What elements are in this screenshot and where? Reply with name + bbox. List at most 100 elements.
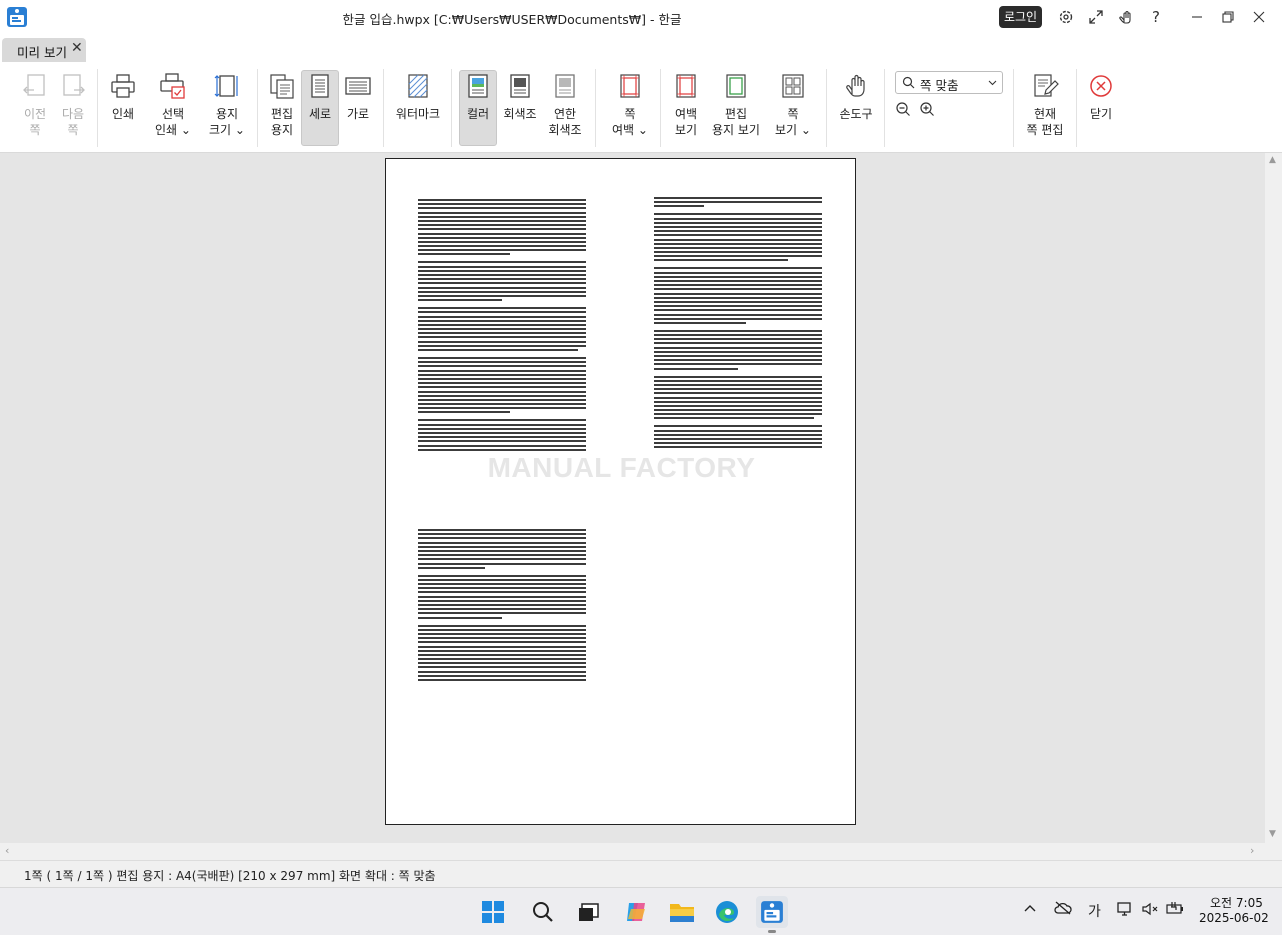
print-label: 인쇄 <box>111 107 135 121</box>
watermark-icon <box>403 71 433 101</box>
ribbon-separator <box>97 69 98 147</box>
edit-paper-icon <box>267 71 297 101</box>
ribbon-separator <box>383 69 384 147</box>
zoom-select[interactable]: 쪽 맞춤 <box>895 71 1003 94</box>
paper-size-icon <box>212 71 242 101</box>
zoom-out-button[interactable] <box>895 101 913 119</box>
hancom-taskbar-icon[interactable] <box>756 896 788 933</box>
battery-icon[interactable] <box>1166 901 1184 919</box>
expand-icon[interactable] <box>1085 7 1107 27</box>
prev-page-label: 이전 쪽 <box>23 107 47 137</box>
watermark-label: 워터마크 <box>395 107 441 121</box>
paper-size-button[interactable]: 용지 크기 ⌄ <box>205 71 249 147</box>
color-mode-button[interactable]: 컬러 <box>459 70 497 146</box>
page-margin-button[interactable]: 쪽 여백 ⌄ <box>608 71 652 147</box>
ribbon-toolbar: 이전 쪽 다음 쪽 인쇄 선택 인쇄 ⌄ 용지 크기 ⌄ 편집 용지 세로 가로… <box>0 63 1282 153</box>
portrait-label: 세로 <box>308 107 332 121</box>
ribbon-separator <box>595 69 596 147</box>
watermark-button[interactable]: 워터마크 <box>393 71 443 147</box>
horizontal-scrollbar[interactable]: ‹ › <box>0 843 1265 860</box>
scroll-up-icon[interactable]: ▲ <box>1269 155 1276 165</box>
color-mode-icon <box>463 71 493 101</box>
page-margin-icon <box>615 71 645 101</box>
grayscale-button[interactable]: 회색조 <box>501 71 539 147</box>
status-text: 1쪽 ( 1쪽 / 1쪽 ) 편집 용지 : A4(국배판) [210 x 29… <box>24 869 436 883</box>
select-print-icon <box>158 71 188 101</box>
next-page-label: 다음 쪽 <box>61 107 85 137</box>
scroll-down-icon[interactable]: ▼ <box>1269 829 1276 839</box>
tab-row: 미리 보기 ✕ <box>0 35 1282 63</box>
page-view-icon <box>778 71 808 101</box>
hand-tool-label: 손도구 <box>839 107 873 121</box>
color-mode-label: 컬러 <box>466 107 490 121</box>
clock-date[interactable]: 2025-06-02 <box>1199 911 1269 925</box>
close-circle-icon <box>1086 71 1116 101</box>
ribbon-separator <box>826 69 827 147</box>
minimize-icon[interactable] <box>1186 7 1208 27</box>
status-bar: 1쪽 ( 1쪽 / 1쪽 ) 편집 용지 : A4(국배판) [210 x 29… <box>0 860 1282 887</box>
zoom-in-button[interactable] <box>919 101 937 119</box>
hand-tool-button[interactable]: 손도구 <box>836 71 876 147</box>
light-grayscale-button[interactable]: 연한 회색조 <box>545 71 585 147</box>
edit-paper-button[interactable]: 편집 용지 <box>265 71 299 147</box>
search-icon[interactable] <box>527 896 559 928</box>
edit-current-page-button[interactable]: 현재 쪽 편집 <box>1022 71 1068 147</box>
help-icon[interactable]: ? <box>1145 7 1167 27</box>
title-bar: 한글 입습.hwpx [C:₩Users₩USER₩Documents₩] - … <box>0 0 1282 35</box>
portrait-button[interactable]: 세로 <box>301 70 339 146</box>
login-button[interactable]: 로그인 <box>999 6 1042 28</box>
speaker-muted-icon[interactable] <box>1141 901 1159 921</box>
tab-close-icon[interactable]: ✕ <box>71 40 83 56</box>
text-column-top-left <box>418 199 586 457</box>
select-print-label: 선택 인쇄 ⌄ <box>155 107 191 137</box>
print-button[interactable]: 인쇄 <box>106 71 140 147</box>
landscape-label: 가로 <box>346 107 370 121</box>
file-explorer-icon[interactable] <box>666 896 698 928</box>
tab-preview[interactable]: 미리 보기 ✕ <box>2 38 86 62</box>
document-page: MANUAL FACTORY <box>385 158 856 825</box>
scroll-left-icon[interactable]: ‹ <box>5 844 9 857</box>
touch-hand-icon[interactable] <box>1115 7 1137 27</box>
settings-gear-icon[interactable] <box>1055 7 1077 27</box>
task-view-icon[interactable] <box>573 896 605 928</box>
ribbon-separator <box>1076 69 1077 147</box>
show-margin-button[interactable]: 여백 보기 <box>667 71 705 147</box>
close-preview-button[interactable]: 닫기 <box>1085 71 1117 147</box>
app-window: 한글 입습.hwpx [C:₩Users₩USER₩Documents₩] - … <box>0 0 1282 935</box>
ribbon-separator <box>257 69 258 147</box>
tab-preview-label: 미리 보기 <box>17 45 67 60</box>
close-window-icon[interactable] <box>1248 7 1270 27</box>
text-column-bottom-left <box>418 529 586 687</box>
clock-time[interactable]: 오전 7:05 <box>1210 894 1263 911</box>
text-column-top-right <box>654 197 822 454</box>
edit-current-page-label: 현재 쪽 편집 <box>1026 107 1064 137</box>
copilot-icon[interactable] <box>620 896 652 928</box>
network-icon[interactable] <box>1117 901 1133 921</box>
windows-start-icon[interactable] <box>477 896 509 928</box>
scroll-right-icon[interactable]: › <box>1250 844 1254 857</box>
landscape-button[interactable]: 가로 <box>341 71 375 147</box>
ribbon-separator <box>884 69 885 147</box>
next-page-button[interactable]: 다음 쪽 <box>56 71 90 147</box>
show-edit-paper-button[interactable]: 편집 용지 보기 <box>709 71 763 147</box>
select-print-button[interactable]: 선택 인쇄 ⌄ <box>151 71 195 147</box>
ribbon-separator <box>660 69 661 147</box>
light-grayscale-icon <box>550 71 580 101</box>
prev-page-icon <box>20 71 50 101</box>
windows-taskbar: 가 오전 7:05 2025-06-02 <box>0 887 1282 935</box>
edit-paper-label: 편집 용지 <box>270 107 294 137</box>
landscape-icon <box>343 71 373 101</box>
page-view-label: 쪽 보기 ⌄ <box>775 107 811 137</box>
zoom-value: 쪽 맞춤 <box>920 78 959 93</box>
edge-browser-icon[interactable] <box>711 896 743 928</box>
onedrive-offline-icon[interactable] <box>1054 901 1072 919</box>
preview-canvas[interactable]: MANUAL FACTORY <box>0 153 1265 843</box>
tray-chevron-up-icon[interactable] <box>1024 901 1036 917</box>
show-margin-label: 여백 보기 <box>674 107 698 137</box>
page-margin-label: 쪽 여백 ⌄ <box>612 107 648 137</box>
ime-indicator[interactable]: 가 <box>1088 901 1101 921</box>
vertical-scrollbar[interactable]: ▲ ▼ <box>1265 153 1282 843</box>
page-view-button[interactable]: 쪽 보기 ⌄ <box>775 71 811 147</box>
prev-page-button[interactable]: 이전 쪽 <box>18 71 52 147</box>
restore-icon[interactable] <box>1217 7 1239 27</box>
